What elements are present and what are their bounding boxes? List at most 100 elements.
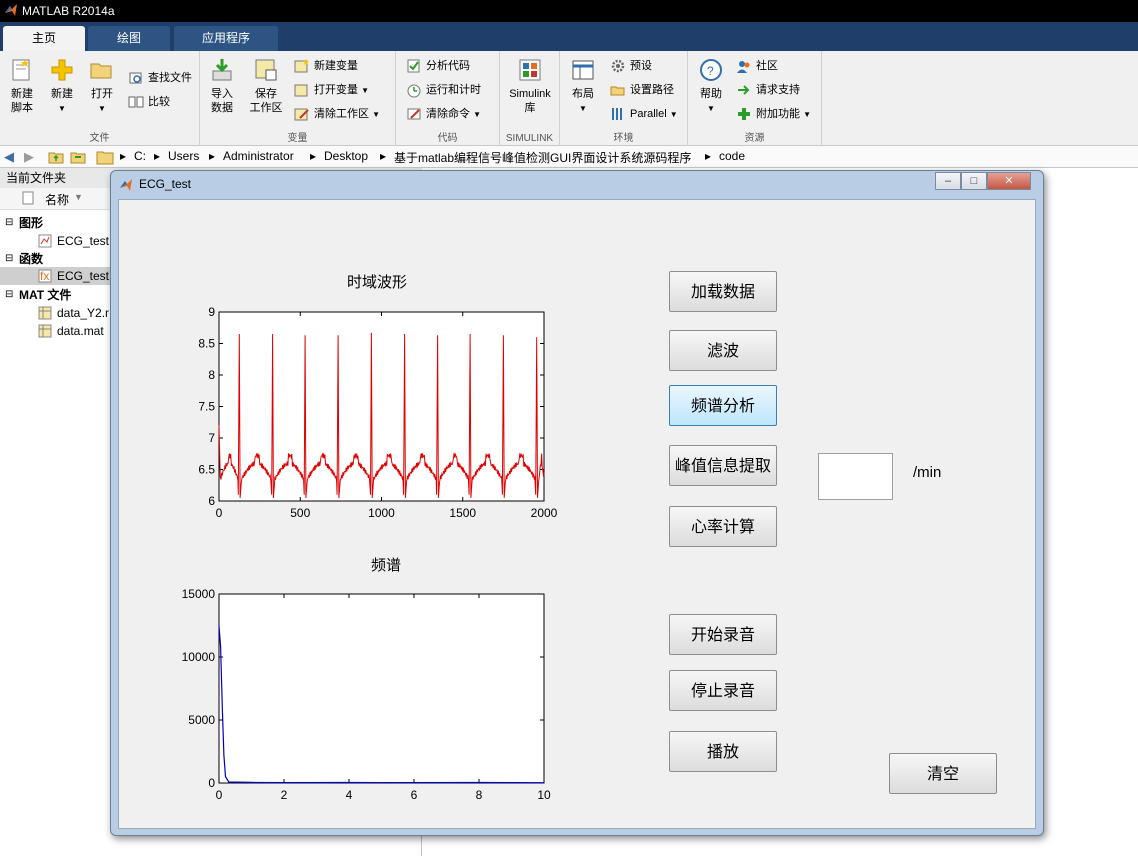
y-tick-label: 8.5 [198, 337, 215, 351]
clear-commands-button[interactable]: 清除命令 ▼ [406, 104, 481, 124]
breadcrumb-item[interactable]: C: [134, 149, 146, 163]
heart-rate-field[interactable] [818, 453, 893, 500]
new-script-button[interactable]: 新建 脚本 [4, 57, 40, 115]
parallel-icon [612, 108, 622, 120]
y-tick-label: 10000 [182, 650, 216, 664]
back-icon[interactable]: ◀ [4, 149, 20, 165]
clear-workspace-icon [294, 108, 309, 121]
collapse-icon[interactable]: ⊟ [5, 214, 13, 232]
clear-button[interactable]: 清空 [889, 753, 997, 794]
group-label-variable: 变量 [287, 133, 308, 144]
tab-apps[interactable]: 应用程序 [174, 26, 278, 51]
group-label-environment: 环境 [613, 133, 634, 144]
file-column-icon [22, 191, 34, 205]
ribbon-group-file: 新建 脚本 新建 ▼ 打开 ▼ 查找文件 比较 文件 [0, 51, 200, 146]
ribbon-tab-strip: 主页 绘图 应用程序 [0, 22, 1138, 51]
find-files-icon [129, 72, 142, 84]
load-data-button[interactable]: 加载数据 [669, 271, 777, 312]
spectrum-chart[interactable]: 0 2 4 6 8 10 0 5000 10000 15000 [159, 582, 569, 814]
find-files-button[interactable]: 查找文件 [128, 68, 192, 88]
breadcrumb-sep-icon: ▸ [209, 149, 216, 163]
request-support-button[interactable]: 请求支持 [736, 80, 800, 100]
tab-plots[interactable]: 绘图 [88, 26, 170, 51]
y-tick-label: 7.5 [198, 400, 215, 414]
play-button[interactable]: 播放 [669, 731, 777, 772]
ribbon-group-variable: 导入 数据 保存 工作区 新建变量 打开变量 ▼ 清除工作区 ▼ 变量 [200, 51, 396, 146]
breadcrumb-item[interactable]: Users [168, 149, 199, 163]
breadcrumb-sep-icon: ▸ [705, 149, 712, 163]
minimize-icon[interactable]: – [935, 172, 961, 190]
y-tick-label: 6.5 [198, 463, 215, 477]
breadcrumb-item[interactable]: Desktop [324, 149, 368, 163]
forward-icon[interactable]: ▶ [24, 149, 40, 165]
plot-title: 时域波形 [347, 274, 408, 291]
ribbon-group-resources: ? 帮助 ▼ 社区 请求支持 附加功能 ▼ 资源 [688, 51, 822, 146]
open-variable-button[interactable]: 打开变量 ▼ [294, 80, 369, 100]
address-bar: ◀ ▶ ▸ C: ▸ Users ▸ Administrator ▸ Deskt… [0, 146, 1138, 168]
preferences-button[interactable]: 预设 [610, 56, 652, 76]
open-button[interactable]: 打开 ▼ [84, 57, 120, 116]
up-folder-icon[interactable] [48, 149, 64, 165]
peak-extraction-button[interactable]: 峰值信息提取 [669, 445, 777, 486]
svg-text:fx: fx [40, 269, 49, 283]
x-tick-label: 2000 [531, 506, 558, 520]
parallel-button[interactable]: Parallel ▼ [610, 104, 678, 124]
breadcrumb-item[interactable]: Administrator [223, 149, 294, 163]
maximize-icon[interactable]: □ [961, 172, 987, 190]
spectrum-analysis-button[interactable]: 频谱分析 [669, 385, 777, 426]
community-button[interactable]: 社区 [736, 56, 778, 76]
help-button[interactable]: ? 帮助 ▼ [694, 57, 728, 116]
figure-content: 时域波形 频谱 0 500 1000 1500 2000 6 6.5 7 7.5 8 8.5 9 0 2… [118, 199, 1036, 829]
folder-icon [96, 151, 114, 165]
mat-file-icon [38, 324, 52, 338]
start-recording-button[interactable]: 开始录音 [669, 614, 777, 655]
layout-button[interactable]: 布局 ▼ [566, 57, 600, 116]
tab-home[interactable]: 主页 [3, 26, 85, 51]
layout-icon [572, 60, 594, 80]
analyze-code-button[interactable]: 分析代码 [406, 56, 470, 76]
community-icon [737, 61, 750, 73]
import-data-button[interactable]: 导入 数据 [204, 57, 240, 115]
x-tick-label: 0 [216, 788, 223, 802]
heart-rate-button[interactable]: 心率计算 [669, 506, 777, 547]
set-path-button[interactable]: 设置路径 [610, 80, 674, 100]
ribbon-group-environment: 布局 ▼ 预设 设置路径 Parallel ▼ 环境 [560, 51, 688, 146]
add-ons-button[interactable]: 附加功能 ▼ [736, 104, 811, 124]
close-icon[interactable]: ✕ [987, 172, 1031, 190]
matlab-logo-icon [120, 179, 132, 191]
new-button[interactable]: 新建 ▼ [44, 57, 80, 116]
time-domain-chart[interactable]: 0 500 1000 1500 2000 6 6.5 7 7.5 8 8.5 9 [179, 300, 569, 530]
add-ons-icon [738, 108, 750, 120]
group-label-code: 代码 [437, 133, 458, 144]
x-tick-label: 1500 [449, 506, 476, 520]
new-variable-button[interactable]: 新建变量 [294, 56, 358, 76]
breadcrumb-item[interactable]: 基于matlab编程信号峰值检测GUI界面设计系统源码程序 [394, 149, 691, 166]
collapse-icon[interactable]: ⊟ [5, 250, 13, 268]
x-tick-label: 8 [476, 788, 483, 802]
y-tick-label: 15000 [182, 587, 216, 601]
save-workspace-button[interactable]: 保存 工作区 [246, 57, 286, 115]
compare-button[interactable]: 比较 [128, 92, 170, 112]
filter-button[interactable]: 滤波 [669, 330, 777, 371]
ribbon-group-simulink: Simulink 库 SIMULINK [500, 51, 560, 146]
sort-arrow-icon: ▼ [74, 192, 83, 202]
y-tick-label: 0 [208, 776, 215, 790]
x-tick-label: 0 [216, 506, 223, 520]
simulink-library-button[interactable]: Simulink 库 [504, 57, 556, 115]
app-title-bar: MATLAB R2014a [0, 0, 1138, 22]
run-time-icon [407, 84, 421, 98]
svg-text:?: ? [707, 64, 714, 78]
request-support-icon [738, 85, 750, 95]
new-variable-icon [294, 59, 309, 73]
clear-workspace-button[interactable]: 清除工作区 ▼ [294, 104, 380, 124]
breadcrumb-item[interactable]: code [719, 149, 745, 163]
plot-area [218, 593, 545, 784]
run-and-time-button[interactable]: 运行和计时 [406, 80, 481, 100]
ribbon: 新建 脚本 新建▼ 打开▼ 查找文件 比较 文件 导入 数据 保存 工作区 [0, 51, 1138, 146]
collapse-icon[interactable]: ⊟ [5, 286, 13, 304]
browse-folder-icon[interactable] [70, 149, 86, 165]
new-plus-icon [51, 59, 73, 81]
breadcrumb-sep-icon: ▸ [310, 149, 317, 163]
y-tick-label: 8 [208, 368, 215, 382]
stop-recording-button[interactable]: 停止录音 [669, 670, 777, 711]
